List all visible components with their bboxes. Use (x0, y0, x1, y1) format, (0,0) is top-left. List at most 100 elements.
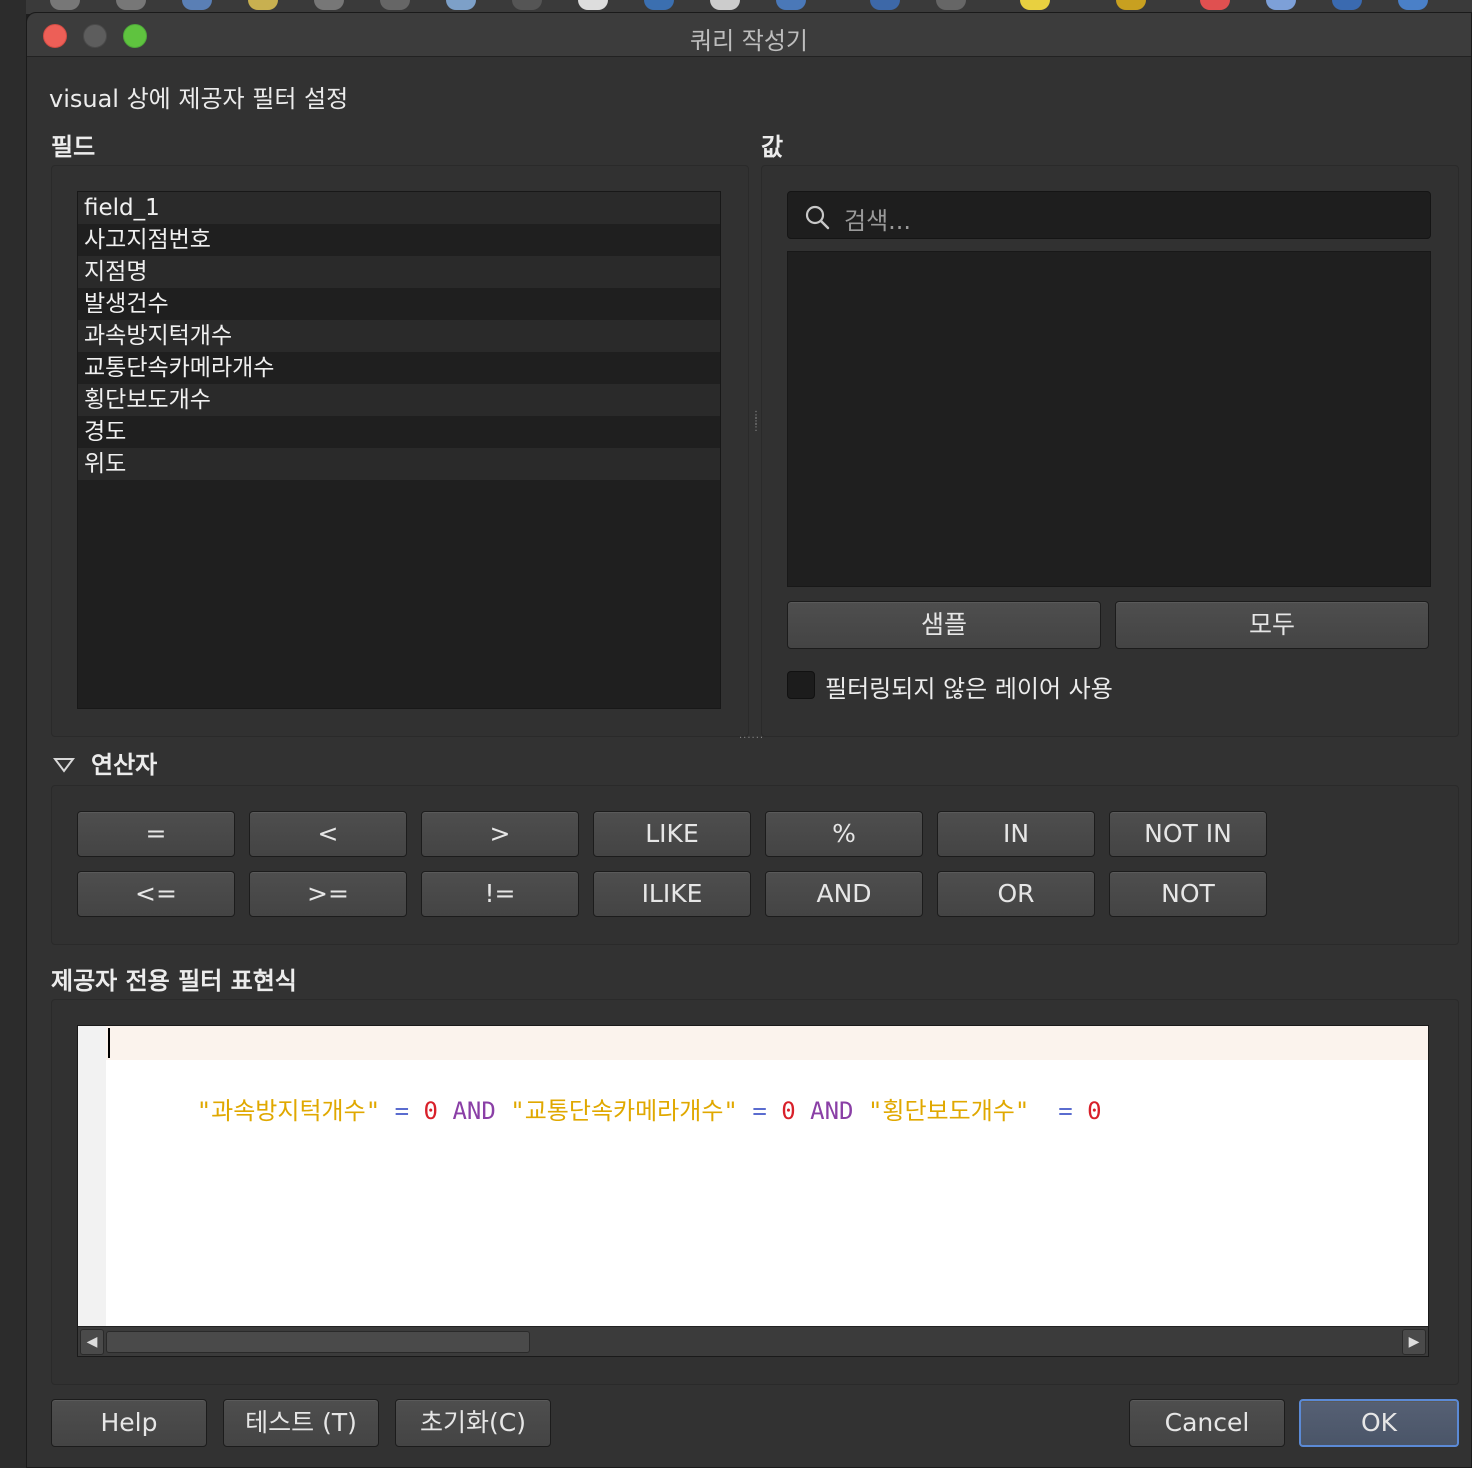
toolbar-icon (710, 0, 740, 10)
expression-token: "교통단속카메라개수" (510, 1097, 738, 1125)
ok-button[interactable]: OK (1299, 1399, 1459, 1447)
expression-token: = (394, 1097, 410, 1125)
search-placeholder: 검색... (844, 207, 912, 235)
expression-editor[interactable]: "과속방지턱개수" = 0 AND "교통단속카메라개수" = 0 AND "횡… (77, 1025, 1429, 1357)
toolbar-icon (1332, 0, 1362, 10)
expression-token: 0 (423, 1097, 438, 1125)
operator-button[interactable]: LIKE (593, 811, 751, 857)
operator-button-label: >= (307, 879, 349, 908)
operator-button[interactable]: >= (249, 871, 407, 917)
query-builder-dialog: 쿼리 작성기 visual 상에 제공자 필터 설정 필드 field_1 사고지… (26, 12, 1472, 1468)
sample-button[interactable]: 샘플 (787, 601, 1101, 649)
expression-token: AND (452, 1097, 496, 1125)
toolbar-icon (1020, 0, 1050, 10)
text-caret (108, 1028, 110, 1058)
scrollbar-thumb[interactable] (106, 1331, 530, 1353)
operator-button[interactable]: <= (77, 871, 235, 917)
test-button-label: 테스트 (T) (245, 1408, 357, 1437)
expression-token: = (1058, 1097, 1073, 1125)
field-list-item[interactable]: field_1 (78, 192, 720, 224)
expression-title: 제공자 전용 필터 표현식 (51, 967, 297, 995)
toolbar-icon (50, 0, 80, 10)
test-button[interactable]: 테스트 (T) (223, 1399, 379, 1447)
operator-button[interactable]: % (765, 811, 923, 857)
toolbar-icon (248, 0, 278, 10)
value-list[interactable] (787, 251, 1431, 587)
horizontal-scrollbar[interactable]: ◀ ▶ (78, 1326, 1428, 1356)
expression-token (796, 1097, 810, 1125)
field-list-item[interactable]: 위도 (78, 448, 720, 480)
operator-button-label: <= (135, 879, 177, 908)
cancel-button[interactable]: Cancel (1129, 1399, 1285, 1447)
operator-button[interactable]: < (249, 811, 407, 857)
toolbar-icon (578, 0, 608, 10)
toolbar-icon (644, 0, 674, 10)
cancel-button-label: Cancel (1164, 1408, 1250, 1437)
operator-button-label: AND (816, 879, 872, 908)
values-title: 값 (761, 133, 784, 161)
field-list-item[interactable]: 경도 (78, 416, 720, 448)
toolbar-icon (182, 0, 212, 10)
fields-title: 필드 (51, 133, 96, 161)
field-list-item[interactable]: 사고지점번호 (78, 224, 720, 256)
operator-button[interactable]: != (421, 871, 579, 917)
vertical-splitter-handle[interactable]: ⋮ ⋮ ⋮ (751, 411, 761, 433)
search-icon (805, 205, 830, 230)
field-list-item[interactable]: 발생건수 (78, 288, 720, 320)
operator-button[interactable]: OR (937, 871, 1095, 917)
expression-token (380, 1097, 394, 1125)
expression-tokens: "과속방지턱개수" = 0 AND "교통단속카메라개수" = 0 AND "횡… (193, 1097, 1102, 1125)
operator-button-label: ILIKE (641, 879, 703, 908)
operator-button[interactable]: IN (937, 811, 1095, 857)
dialog-description: visual 상에 제공자 필터 설정 (49, 85, 349, 113)
operators-title: 연산자 (91, 751, 158, 779)
operator-button-label: OR (997, 879, 1035, 908)
operator-button-label: NOT (1161, 879, 1215, 908)
toolbar-icon (870, 0, 900, 10)
expression-token: "횡단보도개수" (867, 1097, 1030, 1125)
operator-button[interactable]: > (421, 811, 579, 857)
operator-button-label: % (832, 819, 856, 848)
operator-button-label: NOT IN (1144, 819, 1232, 848)
expression-token (1073, 1097, 1087, 1125)
value-search-input[interactable]: 검색... (787, 191, 1431, 239)
title-bar[interactable]: 쿼리 작성기 (27, 13, 1471, 57)
scroll-left-arrow-icon[interactable]: ◀ (80, 1329, 104, 1355)
operator-button[interactable]: NOT (1109, 871, 1267, 917)
all-button[interactable]: 모두 (1115, 601, 1429, 649)
expression-token (767, 1097, 781, 1125)
toolbar-icon (1266, 0, 1296, 10)
help-button[interactable]: Help (51, 1399, 207, 1447)
toolbar-icon (776, 0, 806, 10)
toolbar-icon (512, 0, 542, 10)
toolbar-icon (116, 0, 146, 10)
horizontal-splitter-handle[interactable]: ······ (739, 733, 764, 744)
field-list-item[interactable]: 과속방지턱개수 (78, 320, 720, 352)
reset-button[interactable]: 초기화(C) (395, 1399, 551, 1447)
field-list[interactable]: field_1 사고지점번호 지점명 발생건수 과속방지턱개수 교통단속카메라개수 횡단보도… (77, 191, 721, 709)
toolbar-icon (314, 0, 344, 10)
operator-button[interactable]: = (77, 811, 235, 857)
expression-token (854, 1097, 868, 1125)
field-list-item[interactable]: 지점명 (78, 256, 720, 288)
expression-token: AND (810, 1097, 854, 1125)
operator-button[interactable]: AND (765, 871, 923, 917)
collapse-triangle-icon[interactable] (53, 757, 75, 773)
all-button-label: 모두 (1248, 610, 1295, 639)
toolbar-icon (936, 0, 966, 10)
use-unfiltered-layer-checkbox[interactable] (787, 671, 815, 699)
operator-button[interactable]: NOT IN (1109, 811, 1267, 857)
field-list-item[interactable]: 횡단보도개수 (78, 384, 720, 416)
operator-button-label: IN (1002, 819, 1030, 848)
operator-button[interactable]: ILIKE (593, 871, 751, 917)
field-list-item[interactable]: 교통단속카메라개수 (78, 352, 720, 384)
operator-button-label: > (489, 819, 511, 848)
window-title: 쿼리 작성기 (689, 27, 809, 55)
operator-button-label: = (145, 819, 167, 848)
expression-token (1029, 1097, 1058, 1125)
toolbar-icon (1398, 0, 1428, 10)
reset-button-label: 초기화(C) (420, 1408, 526, 1437)
scroll-right-arrow-icon[interactable]: ▶ (1402, 1329, 1426, 1355)
expression-token: 0 (781, 1097, 796, 1125)
expression-line[interactable]: "과속방지턱개수" = 0 AND "교통단속카메라개수" = 0 AND "횡… (106, 1026, 1428, 1125)
